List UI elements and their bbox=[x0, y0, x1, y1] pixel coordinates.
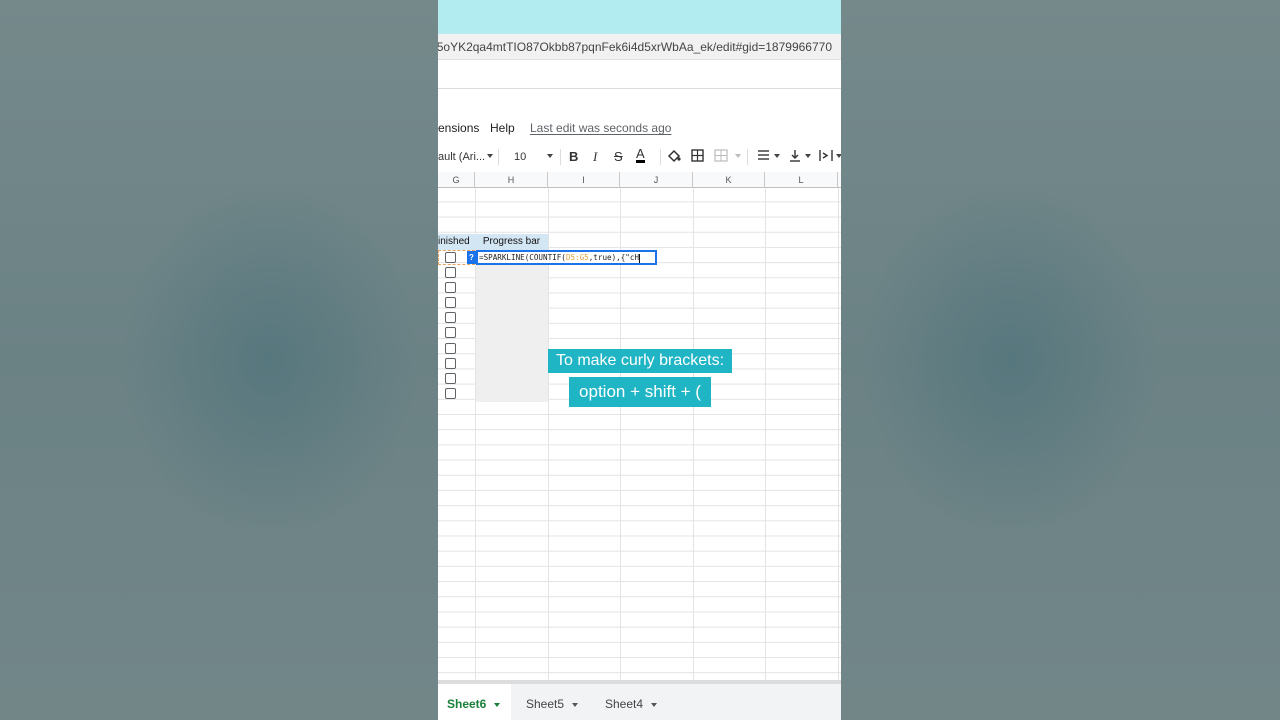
background-blur-left bbox=[120, 180, 420, 540]
browser-top-band bbox=[438, 0, 841, 34]
progress-bar-range bbox=[475, 265, 548, 402]
vertical-align-caret-icon[interactable] bbox=[805, 154, 811, 158]
column-divider bbox=[765, 188, 766, 680]
last-edit-link[interactable]: Last edit was seconds ago bbox=[530, 121, 671, 135]
horizontal-align-icon[interactable] bbox=[757, 149, 770, 165]
sheet-menu-caret-icon[interactable] bbox=[494, 702, 501, 707]
sheet-menu-caret-icon[interactable] bbox=[651, 702, 658, 707]
font-size-select[interactable]: 10 bbox=[514, 149, 526, 165]
formula-help-icon[interactable]: ? bbox=[467, 251, 476, 264]
bold-icon[interactable]: B bbox=[569, 149, 578, 165]
toolbar-divider bbox=[498, 149, 499, 165]
merge-caret-icon[interactable] bbox=[735, 154, 741, 158]
toolbar-divider bbox=[747, 149, 748, 165]
font-size-caret-icon[interactable] bbox=[547, 154, 553, 158]
checkbox[interactable] bbox=[445, 388, 456, 399]
checkbox[interactable] bbox=[445, 327, 456, 338]
column-header-g[interactable]: G bbox=[438, 172, 475, 188]
doc-title-row bbox=[438, 60, 841, 89]
toolbar-divider bbox=[660, 149, 661, 165]
font-family-caret-icon[interactable] bbox=[487, 154, 493, 158]
phone-screen: g5oYK2qa4mtTIO87Okbb87pqnFek6i4d5xrWbAa_… bbox=[438, 0, 841, 720]
cell-finished-header[interactable]: inished bbox=[438, 234, 475, 250]
checkbox[interactable] bbox=[445, 343, 456, 354]
borders-icon[interactable] bbox=[691, 149, 704, 165]
fill-color-icon[interactable] bbox=[667, 149, 681, 165]
column-header-i[interactable]: I bbox=[548, 172, 620, 188]
sheet-tab-sheet6[interactable]: Sheet6 bbox=[438, 684, 511, 720]
font-family-select[interactable]: ault (Ari... bbox=[438, 149, 485, 165]
italic-icon[interactable]: I bbox=[593, 149, 597, 165]
text-wrap-caret-icon[interactable] bbox=[836, 154, 841, 158]
menu-extensions[interactable]: ensions bbox=[438, 121, 479, 135]
horizontal-align-caret-icon[interactable] bbox=[774, 154, 780, 158]
strikethrough-icon[interactable]: S bbox=[614, 149, 623, 165]
text-color-icon[interactable]: A bbox=[636, 147, 645, 163]
menu-bar: ensions Help Last edit was seconds ago bbox=[438, 116, 841, 138]
column-divider bbox=[838, 188, 839, 680]
toolbar-divider bbox=[560, 149, 561, 165]
formula-suffix: ,true),{"cH bbox=[588, 253, 640, 262]
caption-line-2: option + shift + ( bbox=[569, 377, 711, 407]
merge-cells-icon[interactable] bbox=[714, 149, 728, 165]
checkbox[interactable] bbox=[445, 267, 456, 278]
column-header-h[interactable]: H bbox=[475, 172, 548, 188]
checkbox[interactable] bbox=[445, 358, 456, 369]
checkbox[interactable] bbox=[445, 282, 456, 293]
menu-help[interactable]: Help bbox=[490, 121, 515, 135]
sheet-tab-label: Sheet4 bbox=[605, 697, 644, 711]
background-blur-right bbox=[860, 180, 1160, 540]
formula-range-ref: D5:G5 bbox=[565, 253, 589, 262]
vertical-align-icon[interactable] bbox=[789, 149, 801, 165]
column-header-k[interactable]: K bbox=[693, 172, 765, 188]
checkbox[interactable] bbox=[445, 297, 456, 308]
sheet-tab-sheet5[interactable]: Sheet5 bbox=[514, 684, 590, 720]
checkbox[interactable] bbox=[445, 312, 456, 323]
column-header-j[interactable]: J bbox=[620, 172, 693, 188]
cell-formula-editor[interactable]: =SPARKLINE(COUNTIF(D5:G5,true),{"cH bbox=[476, 250, 657, 265]
column-header-row: G H I J K L bbox=[438, 172, 841, 188]
caption-line-1: To make curly brackets: bbox=[548, 349, 732, 373]
checkbox[interactable] bbox=[445, 373, 456, 384]
text-caret bbox=[639, 253, 641, 263]
sheet-menu-caret-icon[interactable] bbox=[572, 702, 579, 707]
sheet-tab-bar: Sheet6 Sheet5 Sheet4 bbox=[438, 680, 841, 720]
sheet-tab-label: Sheet6 bbox=[447, 697, 487, 711]
cell-progress-bar-header[interactable]: Progress bar bbox=[475, 234, 548, 250]
address-url: g5oYK2qa4mtTIO87Okbb87pqnFek6i4d5xrWbAa_… bbox=[438, 40, 832, 54]
sheet-tab-sheet4[interactable]: Sheet4 bbox=[593, 684, 669, 720]
column-divider bbox=[693, 188, 694, 680]
checkbox[interactable] bbox=[445, 252, 456, 263]
formatting-toolbar: ault (Ari... 10 B I S A bbox=[438, 143, 841, 171]
text-wrap-icon[interactable] bbox=[819, 149, 833, 165]
formula-prefix: =SPARKLINE(COUNTIF( bbox=[479, 253, 566, 262]
sheet-tab-label: Sheet5 bbox=[526, 697, 565, 711]
address-bar[interactable]: g5oYK2qa4mtTIO87Okbb87pqnFek6i4d5xrWbAa_… bbox=[438, 34, 841, 60]
column-header-l[interactable]: L bbox=[765, 172, 838, 188]
